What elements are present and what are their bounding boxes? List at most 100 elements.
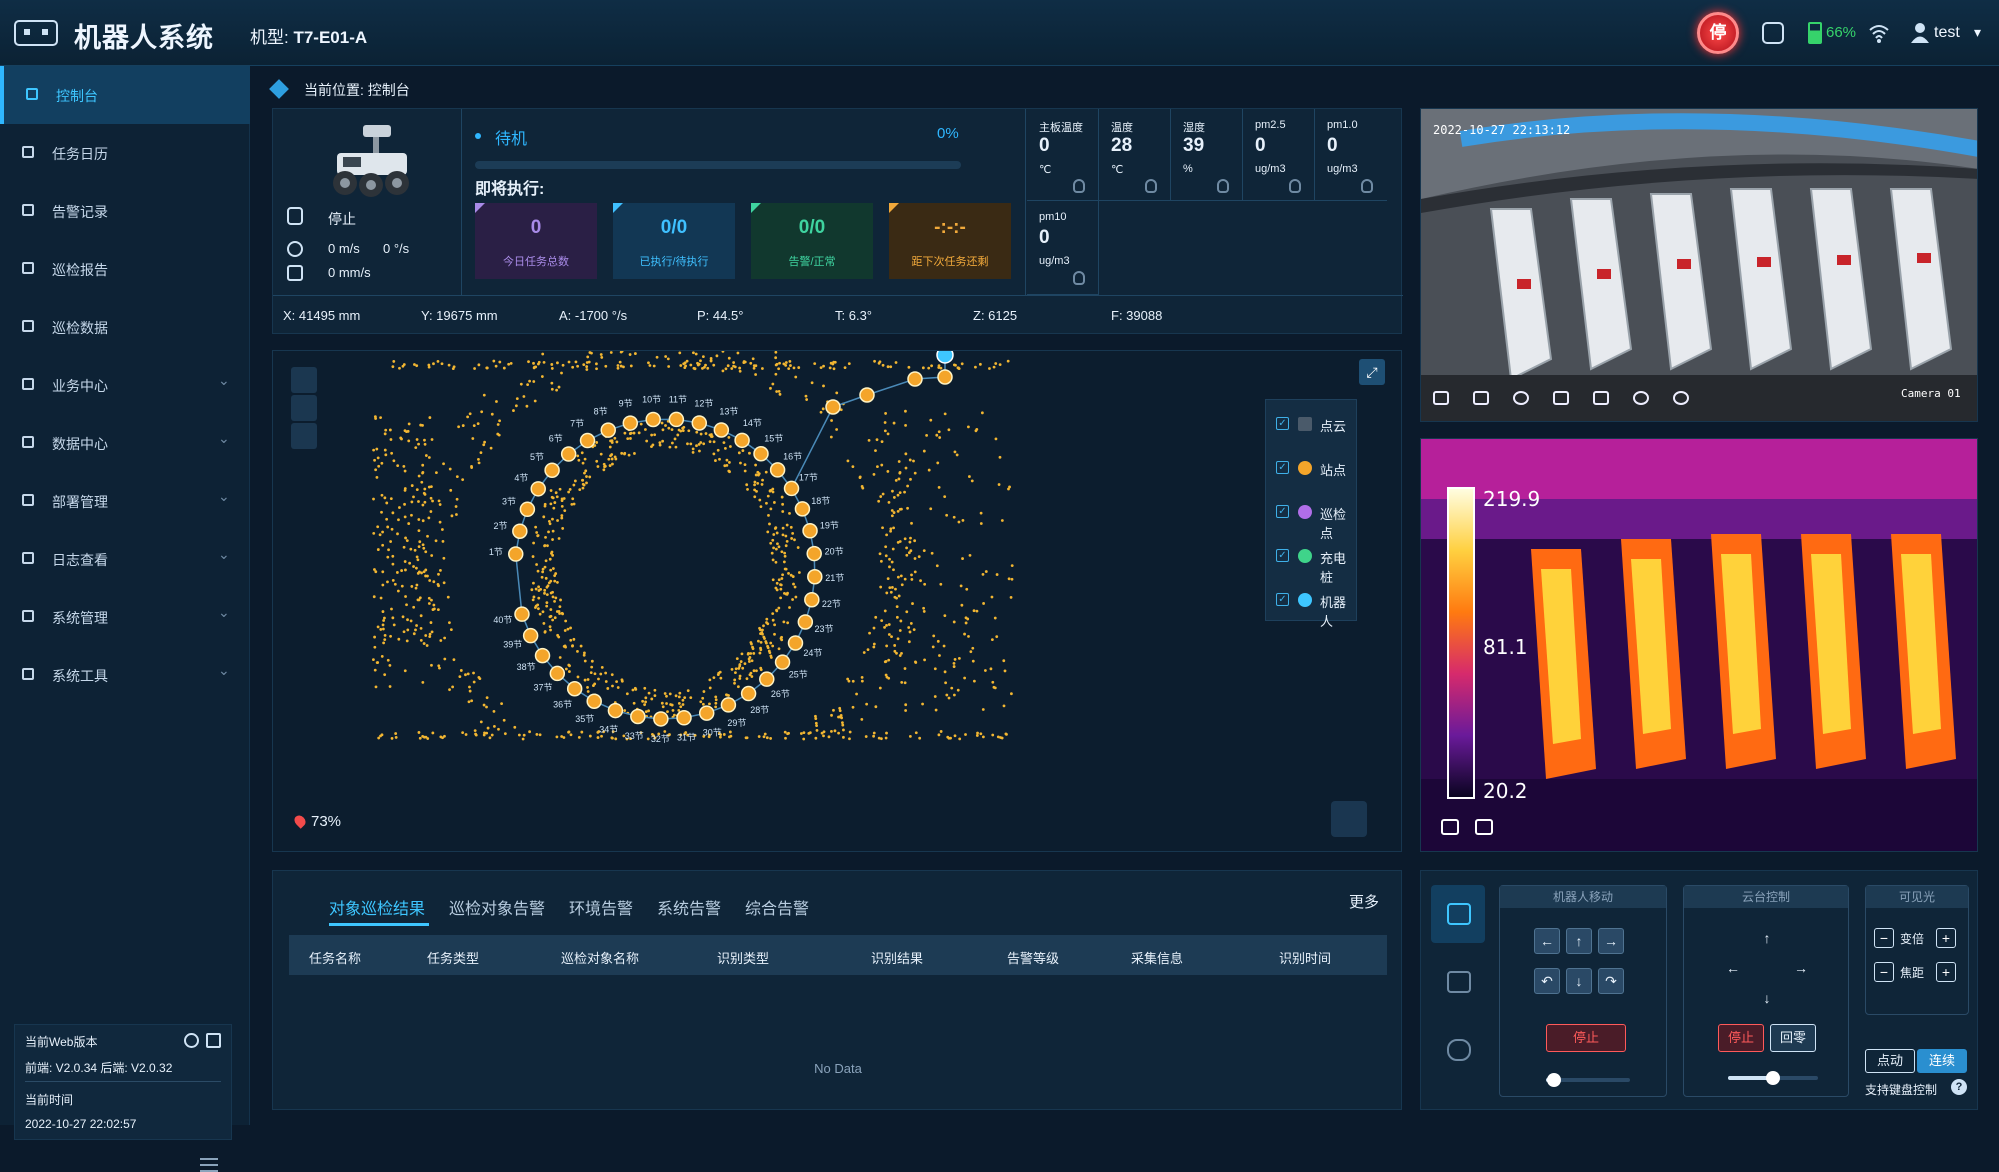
zoom-out-icon[interactable]: − bbox=[1874, 928, 1894, 948]
ptz-left-icon[interactable]: ← bbox=[1720, 956, 1746, 982]
column-header[interactable]: 巡检对象名称 bbox=[561, 948, 639, 967]
document-icon[interactable] bbox=[206, 1033, 221, 1048]
image-tool-icon[interactable] bbox=[291, 423, 317, 449]
sidebar-item-alarm-records[interactable]: 告警记录 bbox=[0, 182, 250, 240]
station-marker[interactable] bbox=[825, 399, 841, 415]
record-icon[interactable] bbox=[1475, 819, 1493, 835]
column-header[interactable]: 识别类型 bbox=[717, 948, 769, 967]
arrow-down-icon[interactable]: ↓ bbox=[1566, 968, 1592, 994]
station-marker[interactable] bbox=[806, 545, 822, 562]
tab-object-inspection-results[interactable]: 对象巡检结果 bbox=[329, 895, 425, 919]
checkbox-icon[interactable]: ✓ bbox=[1276, 505, 1289, 518]
tab-environment-alarm[interactable]: 环境告警 bbox=[569, 895, 633, 919]
station-marker[interactable] bbox=[794, 501, 811, 517]
station-marker[interactable] bbox=[579, 432, 596, 449]
station-marker[interactable] bbox=[645, 411, 661, 428]
ptz-home-button[interactable]: 回零 bbox=[1770, 1024, 1816, 1052]
legend-point-cloud[interactable]: ✓ 点云 bbox=[1276, 414, 1356, 434]
station-marker[interactable] bbox=[783, 480, 800, 497]
jog-mode-button[interactable]: 点动 bbox=[1865, 1049, 1915, 1073]
sidebar-item-inspection-report[interactable]: 巡检报告 bbox=[0, 240, 250, 298]
station-marker[interactable] bbox=[734, 432, 750, 449]
station-marker[interactable] bbox=[560, 446, 577, 462]
location-tool-icon[interactable] bbox=[291, 395, 317, 421]
station-marker[interactable] bbox=[530, 481, 546, 497]
station-marker[interactable] bbox=[566, 681, 583, 697]
sidebar-item-inspection-data[interactable]: 巡检数据 bbox=[0, 298, 250, 356]
record-icon[interactable] bbox=[1473, 391, 1489, 405]
hand-tool-icon[interactable] bbox=[291, 367, 317, 393]
station-marker[interactable] bbox=[507, 546, 524, 562]
menu-collapse-icon[interactable] bbox=[200, 1158, 218, 1172]
tab-system-alarm[interactable]: 系统告警 bbox=[657, 895, 721, 919]
robot-status-icon[interactable] bbox=[1762, 22, 1784, 44]
ptz-up-icon[interactable]: ↑ bbox=[1754, 926, 1780, 952]
gamepad-mode-tab[interactable] bbox=[1431, 1021, 1485, 1079]
robot-marker[interactable] bbox=[936, 351, 954, 364]
column-header[interactable]: 告警等级 bbox=[1007, 948, 1059, 967]
station-marker[interactable] bbox=[774, 654, 791, 670]
tab-comprehensive-alarm[interactable]: 综合告警 bbox=[745, 895, 809, 919]
auto-mode-tab[interactable] bbox=[1431, 885, 1485, 943]
sidebar-item-deploy-management[interactable]: 部署管理 ⌄ bbox=[0, 472, 250, 530]
map-panel[interactable]: 1节 2节 3节 4节 5节 6节 7节 8节 9节 10节 11节 12节 13节 14节 15节 16节 1… bbox=[272, 350, 1402, 852]
checkbox-icon[interactable]: ✓ bbox=[1276, 549, 1289, 562]
station-marker[interactable] bbox=[607, 702, 624, 719]
reset-view-icon[interactable] bbox=[1331, 801, 1367, 837]
station-marker[interactable] bbox=[630, 708, 646, 725]
station-marker[interactable] bbox=[600, 422, 616, 438]
station-marker[interactable] bbox=[804, 591, 820, 608]
station-marker[interactable] bbox=[622, 415, 639, 431]
sidebar-item-system-tools[interactable]: 系统工具 ⌄ bbox=[0, 646, 250, 704]
column-header[interactable]: 采集信息 bbox=[1131, 948, 1183, 967]
chevron-down-icon[interactable]: ▾ bbox=[1974, 24, 1981, 41]
station-marker[interactable] bbox=[514, 606, 530, 622]
sidebar-item-log-view[interactable]: 日志查看 ⌄ bbox=[0, 530, 250, 588]
stations[interactable]: 1节 2节 3节 4节 5节 6节 7节 8节 9节 10节 11节 12节 13节 14节15节16节 1… bbox=[489, 351, 954, 744]
station-marker[interactable] bbox=[713, 422, 730, 438]
thermal-camera-feed[interactable]: 219.9 81.1 20.2 bbox=[1420, 438, 1978, 852]
station-marker[interactable] bbox=[522, 627, 539, 644]
station-marker[interactable] bbox=[759, 671, 775, 687]
column-header[interactable]: 任务类型 bbox=[427, 948, 479, 967]
more-link[interactable]: 更多 bbox=[1349, 891, 1379, 912]
legend-station[interactable]: ✓ 站点 bbox=[1276, 458, 1356, 478]
station-marker[interactable] bbox=[797, 614, 814, 630]
zoom-in-icon[interactable]: + bbox=[1936, 928, 1956, 948]
station-marker[interactable] bbox=[807, 568, 823, 585]
sidebar-item-task-calendar[interactable]: 任务日历 bbox=[0, 124, 250, 182]
fullscreen-icon[interactable]: ⤢ bbox=[1359, 359, 1385, 385]
station-marker[interactable] bbox=[549, 665, 566, 682]
station-marker[interactable] bbox=[740, 685, 757, 702]
visible-camera-feed[interactable]: 2022-10-27 22:13:12 Camera 01 bbox=[1420, 108, 1978, 422]
rotate-left-icon[interactable]: ↶ bbox=[1534, 968, 1560, 994]
arrow-up-icon[interactable]: ↑ bbox=[1566, 928, 1592, 954]
continuous-mode-button[interactable]: 连续 bbox=[1917, 1049, 1967, 1073]
user-icon[interactable] bbox=[1910, 22, 1930, 44]
emergency-stop-button[interactable]: 停 bbox=[1697, 12, 1739, 54]
column-header[interactable]: 识别时间 bbox=[1279, 948, 1331, 967]
station-marker[interactable] bbox=[691, 415, 708, 431]
checkbox-icon[interactable]: ✓ bbox=[1276, 461, 1289, 474]
station-marker[interactable] bbox=[534, 647, 551, 664]
station-marker[interactable] bbox=[698, 705, 715, 721]
station-marker[interactable] bbox=[586, 693, 602, 709]
station-marker[interactable] bbox=[668, 411, 685, 428]
station-marker[interactable] bbox=[512, 523, 528, 539]
arrow-right-icon[interactable]: → bbox=[1598, 928, 1624, 954]
station-marker[interactable] bbox=[802, 523, 818, 539]
station-marker[interactable] bbox=[544, 462, 560, 478]
slider-knob[interactable] bbox=[1766, 1071, 1780, 1085]
ptz-speed-slider[interactable] bbox=[1728, 1071, 1818, 1085]
target-icon[interactable] bbox=[1513, 391, 1529, 405]
light-icon[interactable] bbox=[1553, 391, 1569, 405]
station-marker[interactable] bbox=[907, 371, 923, 387]
column-header[interactable]: 识别结果 bbox=[871, 948, 923, 967]
rotate-right-icon[interactable]: ↷ bbox=[1598, 968, 1624, 994]
sidebar-item-system-management[interactable]: 系统管理 ⌄ bbox=[0, 588, 250, 646]
point-cloud-map[interactable]: 1节 2节 3节 4节 5节 6节 7节 8节 9节 10节 11节 12节 13节 14节15节16节 1… bbox=[273, 351, 1403, 853]
chat-icon[interactable] bbox=[184, 1033, 199, 1048]
arrow-left-icon[interactable]: ← bbox=[1534, 928, 1560, 954]
slider-knob[interactable] bbox=[1547, 1073, 1562, 1087]
help-icon[interactable]: ? bbox=[1951, 1079, 1967, 1095]
